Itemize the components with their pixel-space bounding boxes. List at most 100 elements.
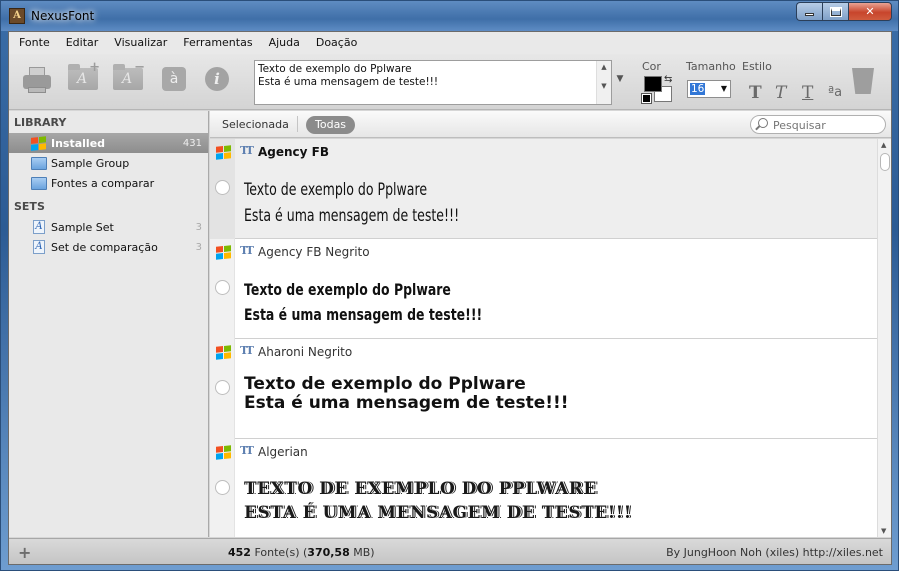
font-set-icon: A: [33, 220, 45, 234]
app-window: A NexusFont ✕ Fonte Editar Visualizar Fe…: [0, 0, 899, 571]
italic-button[interactable]: T: [775, 83, 786, 103]
font-name: Agency FB Negrito: [258, 245, 370, 259]
menu-ajuda[interactable]: Ajuda: [261, 32, 308, 54]
close-icon: ✕: [865, 5, 875, 18]
font-select-radio[interactable]: [215, 280, 230, 295]
search-icon: [758, 118, 768, 128]
font-sample: TEXTO DE EXEMPLO DO PPLWARE ESTA É UMA ME…: [244, 479, 632, 523]
case-toggle-button[interactable]: ªa: [828, 85, 842, 100]
font-select-radio[interactable]: [215, 380, 230, 395]
font-list: TT Agency FB Texto de exemplo do Pplware…: [210, 139, 877, 537]
sample-text-scrollbar[interactable]: ▲ ▼: [596, 61, 611, 104]
remove-font-button[interactable]: A −: [112, 60, 145, 93]
app-icon: A: [9, 8, 25, 24]
sidebar-item-sample-group[interactable]: Sample Group: [9, 153, 208, 173]
filter-all-tab[interactable]: Todas: [306, 116, 356, 134]
font-list-item[interactable]: TT Agency FB Texto de exemplo do Pplware…: [210, 139, 877, 239]
underline-button[interactable]: T: [802, 83, 813, 103]
color-label: Cor: [642, 60, 661, 73]
font-list-scrollbar[interactable]: ▲ ▼: [877, 139, 891, 537]
library-heading: LIBRARY: [14, 116, 67, 129]
font-size-select[interactable]: 16 ▼: [687, 80, 731, 98]
sidebar-item-count: 3: [195, 221, 202, 233]
font-set-icon: A: [33, 240, 45, 254]
scroll-up-icon[interactable]: ▲: [597, 61, 611, 73]
print-button[interactable]: [21, 65, 53, 93]
window-controls: ✕: [796, 2, 892, 21]
menu-ferramentas[interactable]: Ferramentas: [175, 32, 260, 54]
scroll-down-icon[interactable]: ▼: [597, 80, 611, 92]
font-list-item[interactable]: TT Aharoni Negrito Texto de exemplo do P…: [210, 339, 877, 439]
sample-history-dropdown[interactable]: ▼: [614, 74, 626, 86]
sidebar-item-label: Sample Set: [51, 220, 114, 234]
add-set-button[interactable]: +: [18, 543, 31, 562]
truetype-icon: TT: [240, 444, 254, 457]
filter-bar: Selecionada Todas: [210, 111, 891, 138]
search-input[interactable]: [773, 117, 881, 133]
font-name: Aharoni Negrito: [258, 345, 353, 359]
sidebar-item-set-de-comparacao[interactable]: A Set de comparação 3: [9, 237, 208, 257]
font-select-radio[interactable]: [215, 480, 230, 495]
sample-text-box: Texto de exemplo do Pplware Esta é uma m…: [254, 60, 612, 105]
font-info-button[interactable]: i: [201, 65, 233, 93]
maximize-icon: [829, 6, 842, 17]
bold-button[interactable]: T: [749, 83, 762, 103]
filter-selected-tab[interactable]: Selecionada: [222, 118, 289, 131]
sidebar-item-label: Fontes a comparar: [51, 176, 155, 190]
font-name: Algerian: [258, 445, 308, 459]
truetype-icon: TT: [240, 144, 254, 157]
windows-icon: [216, 145, 231, 160]
windows-icon: [216, 345, 231, 360]
sample-text-input[interactable]: Texto de exemplo do Pplware Esta é uma m…: [255, 61, 595, 104]
maximize-button[interactable]: [822, 2, 848, 21]
windows-icon: [216, 445, 231, 460]
font-sample: Texto de exemplo do Pplware Esta é uma me…: [244, 280, 483, 324]
swap-colors-icon[interactable]: ⇆: [664, 74, 672, 85]
sidebar-item-count: 431: [182, 137, 202, 149]
scroll-up-icon[interactable]: ▲: [881, 141, 886, 149]
add-font-button[interactable]: A +: [67, 60, 100, 93]
reset-colors-icon[interactable]: [641, 93, 652, 104]
sidebar-item-count: 3: [195, 241, 202, 253]
font-select-radio[interactable]: [215, 180, 230, 195]
sidebar-item-fontes-a-comparar[interactable]: Fontes a comparar: [9, 173, 208, 193]
font-count-status: 452 Fonte(s) (370,58 MB): [228, 546, 375, 559]
status-bar: + 452 Fonte(s) (370,58 MB) By JungHoon N…: [9, 538, 891, 564]
font-name: Agency FB: [258, 145, 330, 159]
sidebar-item-label: Set de comparação: [51, 240, 158, 254]
character-map-button[interactable]: à: [158, 65, 190, 93]
window-title: NexusFont: [31, 9, 95, 23]
minimize-icon: [805, 13, 814, 16]
author-credit: By JungHoon Noh (xiles) http://xiles.net: [666, 546, 883, 559]
font-folder-add-icon: A +: [68, 60, 100, 90]
font-list-item[interactable]: TT Algerian TEXTO DE EXEMPLO DO PPLWARE E…: [210, 439, 877, 537]
toolbar: A + A − à i Texto de exemplo do Pplware Es…: [9, 54, 891, 110]
font-size-value: 16: [690, 83, 706, 95]
menu-doacao[interactable]: Doação: [308, 32, 365, 54]
title-bar[interactable]: A NexusFont ✕: [1, 1, 898, 31]
sidebar-item-label: Installed: [51, 136, 106, 150]
filter-divider: [297, 116, 298, 132]
printer-icon: [23, 67, 51, 93]
sidebar-item-label: Sample Group: [51, 156, 130, 170]
scroll-down-icon[interactable]: ▼: [881, 527, 886, 535]
font-sample: Texto de exemplo do Pplware Esta é uma me…: [244, 180, 460, 226]
font-folder-remove-icon: A −: [113, 60, 145, 90]
minimize-button[interactable]: [796, 2, 822, 21]
windows-icon: [31, 135, 47, 151]
sidebar-item-sample-set[interactable]: A Sample Set 3: [9, 217, 208, 237]
menu-visualizar[interactable]: Visualizar: [106, 32, 175, 54]
close-button[interactable]: ✕: [848, 2, 892, 21]
menu-editar[interactable]: Editar: [58, 32, 107, 54]
truetype-icon: TT: [240, 344, 254, 357]
foreground-color-swatch[interactable]: [644, 76, 662, 92]
scrollbar-thumb[interactable]: [880, 153, 890, 171]
sidebar-item-installed[interactable]: Installed 431: [9, 133, 208, 153]
trash-icon[interactable]: [852, 68, 874, 94]
character-map-icon: à: [162, 67, 186, 91]
info-icon: i: [205, 67, 229, 91]
chevron-down-icon: ▼: [720, 84, 727, 93]
menu-fonte[interactable]: Fonte: [11, 32, 58, 54]
sidebar: LIBRARY Installed 431 Sample Group Fonte…: [9, 111, 209, 537]
font-list-item[interactable]: TT Agency FB Negrito Texto de exemplo do…: [210, 239, 877, 339]
